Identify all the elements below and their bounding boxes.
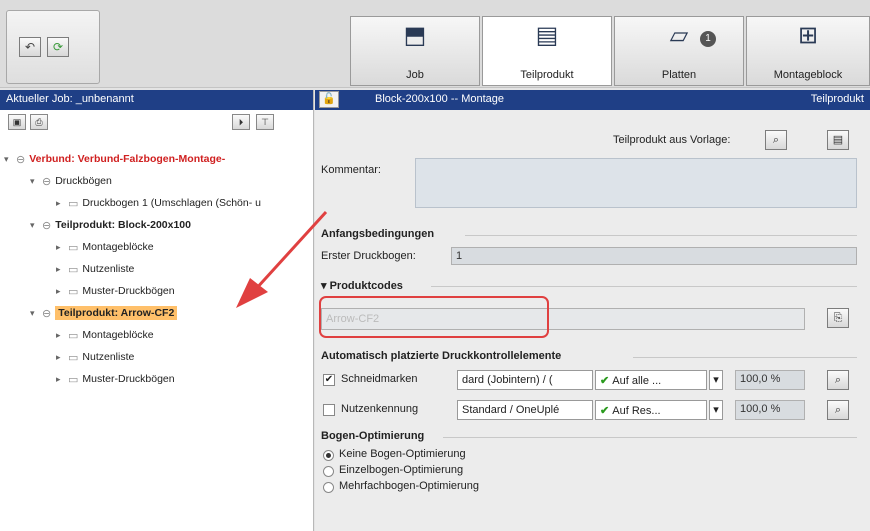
callout-arrow	[236, 210, 328, 308]
